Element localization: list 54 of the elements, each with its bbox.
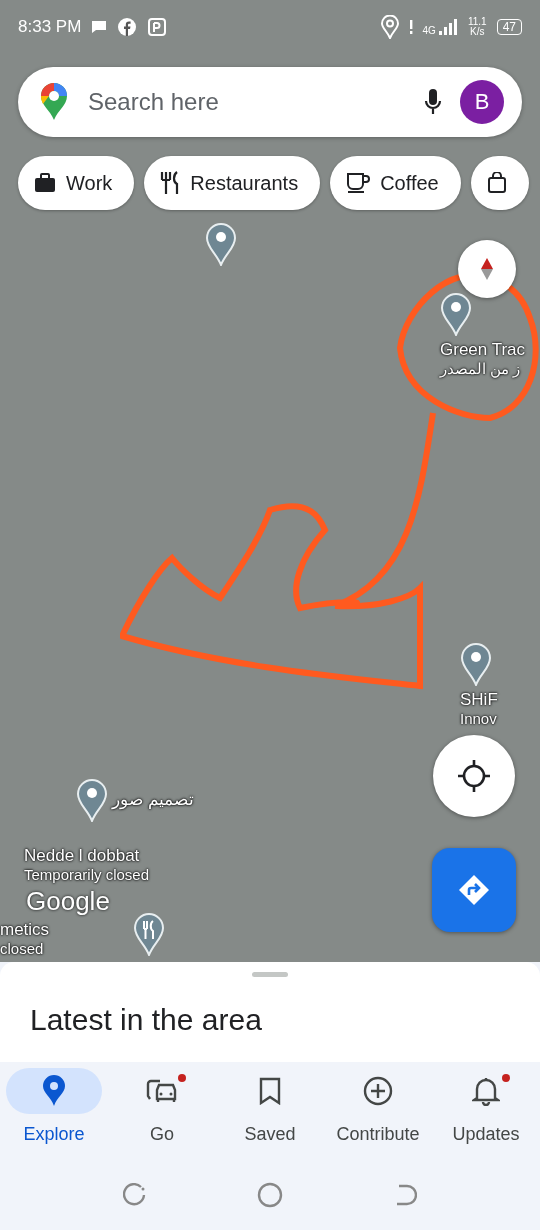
map-pin-icon[interactable]: [205, 222, 237, 266]
place-label[interactable]: Green Trac: [440, 340, 526, 360]
sheet-title: Latest in the area: [30, 1003, 262, 1037]
directions-icon: [457, 873, 491, 907]
place-subtitle: Temporarily closed: [24, 865, 150, 883]
map-pin-icon[interactable]: [460, 642, 492, 686]
place-label[interactable]: SHiF: [460, 690, 498, 710]
category-chip[interactable]: Coffee: [330, 156, 461, 210]
bag-icon: [486, 172, 507, 194]
app-icon: [147, 17, 168, 37]
maps-pin-logo-icon: [40, 83, 68, 121]
place-subtitle: Innov: [460, 709, 498, 727]
category-chip[interactable]: Work: [18, 156, 135, 210]
car-icon: [146, 1077, 178, 1105]
search-bar[interactable]: Search here B: [18, 67, 522, 137]
microphone-icon[interactable]: [424, 88, 442, 116]
account-avatar[interactable]: B: [460, 80, 504, 124]
recent-apps-icon[interactable]: [123, 1183, 147, 1207]
bookmark-icon: [259, 1077, 281, 1105]
facebook-icon: [117, 17, 138, 37]
network-type: 4G: [422, 26, 436, 36]
speed-unit: K/s: [469, 27, 486, 37]
restaurant-pin-icon[interactable]: [133, 912, 165, 956]
nav-tab[interactable]: Explore: [0, 1062, 108, 1160]
message-icon: [91, 20, 108, 34]
home-icon[interactable]: [257, 1182, 283, 1208]
nav-tab[interactable]: Go: [108, 1062, 216, 1160]
nav-tab[interactable]: Contribute: [324, 1062, 432, 1160]
category-chip[interactable]: Restaurants: [144, 156, 321, 210]
nav-tab[interactable]: Updates: [432, 1062, 540, 1160]
briefcase-icon: [34, 173, 56, 193]
signal-icon: [437, 18, 458, 36]
place-subtitle: closed: [0, 939, 45, 957]
drag-handle[interactable]: [252, 972, 288, 977]
location-icon: [380, 15, 399, 39]
coffee-cup-icon: [346, 172, 371, 194]
status-time: 8:33 PM: [18, 17, 82, 37]
alert-icon: [408, 19, 413, 35]
crosshair-icon: [457, 759, 491, 793]
map-pin-icon: [42, 1075, 66, 1107]
nav-tab[interactable]: Saved: [216, 1062, 324, 1160]
map-pin-icon[interactable]: [76, 778, 108, 822]
map-pin-icon[interactable]: [440, 292, 472, 336]
battery-level: 47: [496, 19, 522, 35]
bell-icon: [472, 1076, 500, 1106]
directions-button[interactable]: [432, 848, 516, 932]
bottom-sheet[interactable]: Latest in the area: [0, 962, 540, 1062]
data-speed: 11.1: [467, 17, 487, 27]
google-logo: Google: [26, 886, 110, 916]
place-label[interactable]: تصميم صور: [112, 790, 194, 810]
place-subtitle: ز من المصدر: [440, 359, 522, 377]
fork-knife-icon: [160, 171, 181, 195]
add-icon: [363, 1076, 393, 1106]
search-field[interactable]: Search here: [86, 87, 406, 117]
